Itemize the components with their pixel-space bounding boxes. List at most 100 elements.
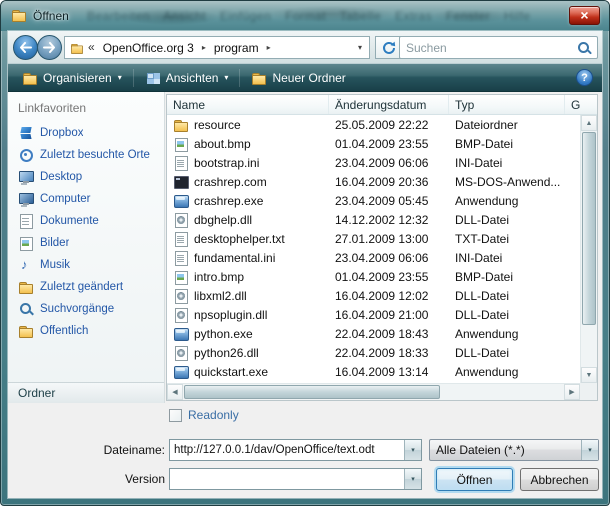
caret-down-icon: ▾ <box>411 446 415 454</box>
sidebar-item-label: Musik <box>40 259 70 271</box>
filetype-dropdown-button[interactable]: ▾ <box>581 440 598 460</box>
scroll-right-button[interactable]: ▶ <box>564 384 580 400</box>
search-input[interactable] <box>400 41 576 55</box>
column-header-type-label: Typ <box>455 98 474 112</box>
scroll-right-icon: ▶ <box>569 388 574 396</box>
sidebar-item[interactable]: Zuletzt geändert <box>8 276 164 298</box>
sidebar-item[interactable]: Dropbox <box>8 122 164 144</box>
sidebar-item-label: Computer <box>40 193 91 205</box>
sidebar-item[interactable]: Musik <box>8 254 164 276</box>
file-type: DLL-Datei <box>449 346 565 360</box>
filetype-dropdown[interactable]: Alle Dateien (*.*) ▾ <box>429 439 599 461</box>
sidebar-item[interactable]: Computer <box>8 188 164 210</box>
organize-button[interactable]: Organisieren ▾ <box>13 67 131 89</box>
file-name-cell: crashrep.com <box>167 174 329 190</box>
column-header-name[interactable]: Name <box>167 95 329 114</box>
caret-down-icon: ▾ <box>588 446 592 454</box>
filename-label: Dateiname: <box>48 443 165 457</box>
breadcrumb-segment[interactable]: program ▸ <box>209 37 274 58</box>
folders-expander[interactable]: Ordner <box>8 382 164 403</box>
dialog-footer: Readonly Dateiname: ▾ Alle Dateien (*.*)… <box>8 403 602 498</box>
sidebar-item-icon <box>18 279 34 295</box>
window-title: Öffnen <box>33 9 69 23</box>
file-name-cell: dbghelp.dll <box>167 212 329 228</box>
file-date: 23.04.2009 06:06 <box>329 156 449 170</box>
file-date: 27.01.2009 13:00 <box>329 232 449 246</box>
scroll-left-button[interactable]: ◀ <box>167 384 183 400</box>
sidebar-item[interactable]: Zuletzt besuchte Orte <box>8 144 164 166</box>
back-button[interactable] <box>13 35 38 60</box>
file-type: Dateiordner <box>449 118 565 132</box>
sidebar-item[interactable]: Öffentlich <box>8 320 164 342</box>
crumb-separator-icon[interactable]: ▸ <box>199 43 209 52</box>
horizontal-scrollbar[interactable]: ◀ ▶ <box>167 383 580 400</box>
file-date: 22.04.2009 18:43 <box>329 327 449 341</box>
titlebar[interactable]: Bearbeiten Ansicht Einfügen Format Tabel… <box>1 1 609 31</box>
file-name-cell: python.exe <box>167 326 329 342</box>
close-icon: × <box>580 7 588 23</box>
crumb-separator-icon[interactable]: ▸ <box>264 43 274 52</box>
file-icon <box>173 117 189 133</box>
views-button[interactable]: Ansichten ▾ <box>136 67 238 89</box>
breadcrumb-segment[interactable]: OpenOffice.org 3 ▸ <box>98 37 209 58</box>
vertical-scrollbar[interactable]: ▲ ▼ <box>580 115 597 383</box>
file-row[interactable]: intro.bmp 01.04.2009 23:55 BMP-Datei <box>167 267 580 286</box>
scroll-down-button[interactable]: ▼ <box>581 367 597 383</box>
file-row[interactable]: libxml2.dll 16.04.2009 12:02 DLL-Datei <box>167 286 580 305</box>
help-button[interactable]: ? <box>576 69 593 86</box>
sidebar-item[interactable]: Desktop <box>8 166 164 188</box>
toolbar-separator <box>133 69 134 87</box>
refresh-button[interactable] <box>375 36 402 59</box>
vertical-scroll-thumb[interactable] <box>582 132 596 325</box>
sidebar-item-icon <box>18 301 34 317</box>
file-row[interactable]: crashrep.com 16.04.2009 20:36 MS-DOS-Anw… <box>167 172 580 191</box>
file-type: DLL-Datei <box>449 289 565 303</box>
search-icon[interactable] <box>576 40 592 56</box>
column-header-date[interactable]: Änderungsdatum <box>329 95 449 114</box>
new-folder-button[interactable]: Neuer Ordner <box>242 67 354 89</box>
filetype-value: Alle Dateien (*.*) <box>430 443 581 457</box>
filename-input[interactable] <box>170 444 404 456</box>
forward-button[interactable] <box>37 35 62 60</box>
file-name: crashrep.exe <box>194 194 263 208</box>
file-row[interactable]: quickstart.exe 16.04.2009 13:14 Anwendun… <box>167 362 580 381</box>
readonly-label: Readonly <box>188 408 239 422</box>
file-icon <box>173 155 189 171</box>
toolbar-separator <box>239 69 240 87</box>
breadcrumb-overflow-chevron-icon[interactable]: « <box>85 40 98 56</box>
file-row[interactable]: about.bmp 01.04.2009 23:55 BMP-Datei <box>167 134 580 153</box>
file-rows: resource 25.05.2009 22:22 Dateiordner ab… <box>167 115 580 383</box>
version-dropdown[interactable]: ▾ <box>169 468 422 490</box>
open-button[interactable]: Öffnen <box>436 468 513 491</box>
readonly-checkbox[interactable] <box>169 409 182 422</box>
close-button[interactable]: × <box>569 6 600 25</box>
horizontal-scroll-thumb[interactable] <box>184 385 440 399</box>
column-header-size[interactable]: G <box>565 95 597 114</box>
file-name-cell: crashrep.exe <box>167 193 329 209</box>
filename-dropdown-button[interactable]: ▾ <box>404 440 421 460</box>
breadcrumb-segment-label: program <box>209 41 264 55</box>
cancel-button[interactable]: Abbrechen <box>520 468 599 491</box>
version-dropdown-button[interactable]: ▾ <box>404 469 421 489</box>
sidebar-item-label: Dokumente <box>40 215 99 227</box>
file-type: Anwendung <box>449 327 565 341</box>
sidebar-item[interactable]: Bilder <box>8 232 164 254</box>
file-row[interactable]: python.exe 22.04.2009 18:43 Anwendung <box>167 324 580 343</box>
column-header-type[interactable]: Typ <box>449 95 565 114</box>
file-row[interactable]: python26.dll 22.04.2009 18:33 DLL-Datei <box>167 343 580 362</box>
file-row[interactable]: fundamental.ini 23.04.2009 06:06 INI-Dat… <box>167 248 580 267</box>
favorites-header: Linkfavoriten <box>8 92 164 122</box>
file-row[interactable]: desktophelper.txt 27.01.2009 13:00 TXT-D… <box>167 229 580 248</box>
breadcrumb-dropdown-icon[interactable]: ▾ <box>351 43 369 52</box>
file-row[interactable]: npsoplugin.dll 16.04.2009 21:00 DLL-Date… <box>167 305 580 324</box>
file-list: Name Änderungsdatum Typ G resource 25.05… <box>166 94 598 401</box>
scroll-up-button[interactable]: ▲ <box>581 115 597 131</box>
sidebar-item[interactable]: Suchvorgänge <box>8 298 164 320</box>
scroll-down-icon: ▼ <box>586 372 593 379</box>
file-row[interactable]: resource 25.05.2009 22:22 Dateiordner <box>167 115 580 134</box>
file-row[interactable]: crashrep.exe 23.04.2009 05:45 Anwendung <box>167 191 580 210</box>
sidebar-item[interactable]: Dokumente <box>8 210 164 232</box>
breadcrumb[interactable]: « OpenOffice.org 3 ▸ program ▸ ▾ <box>64 36 370 59</box>
file-row[interactable]: bootstrap.ini 23.04.2009 06:06 INI-Datei <box>167 153 580 172</box>
file-row[interactable]: dbghelp.dll 14.12.2002 12:32 DLL-Datei <box>167 210 580 229</box>
